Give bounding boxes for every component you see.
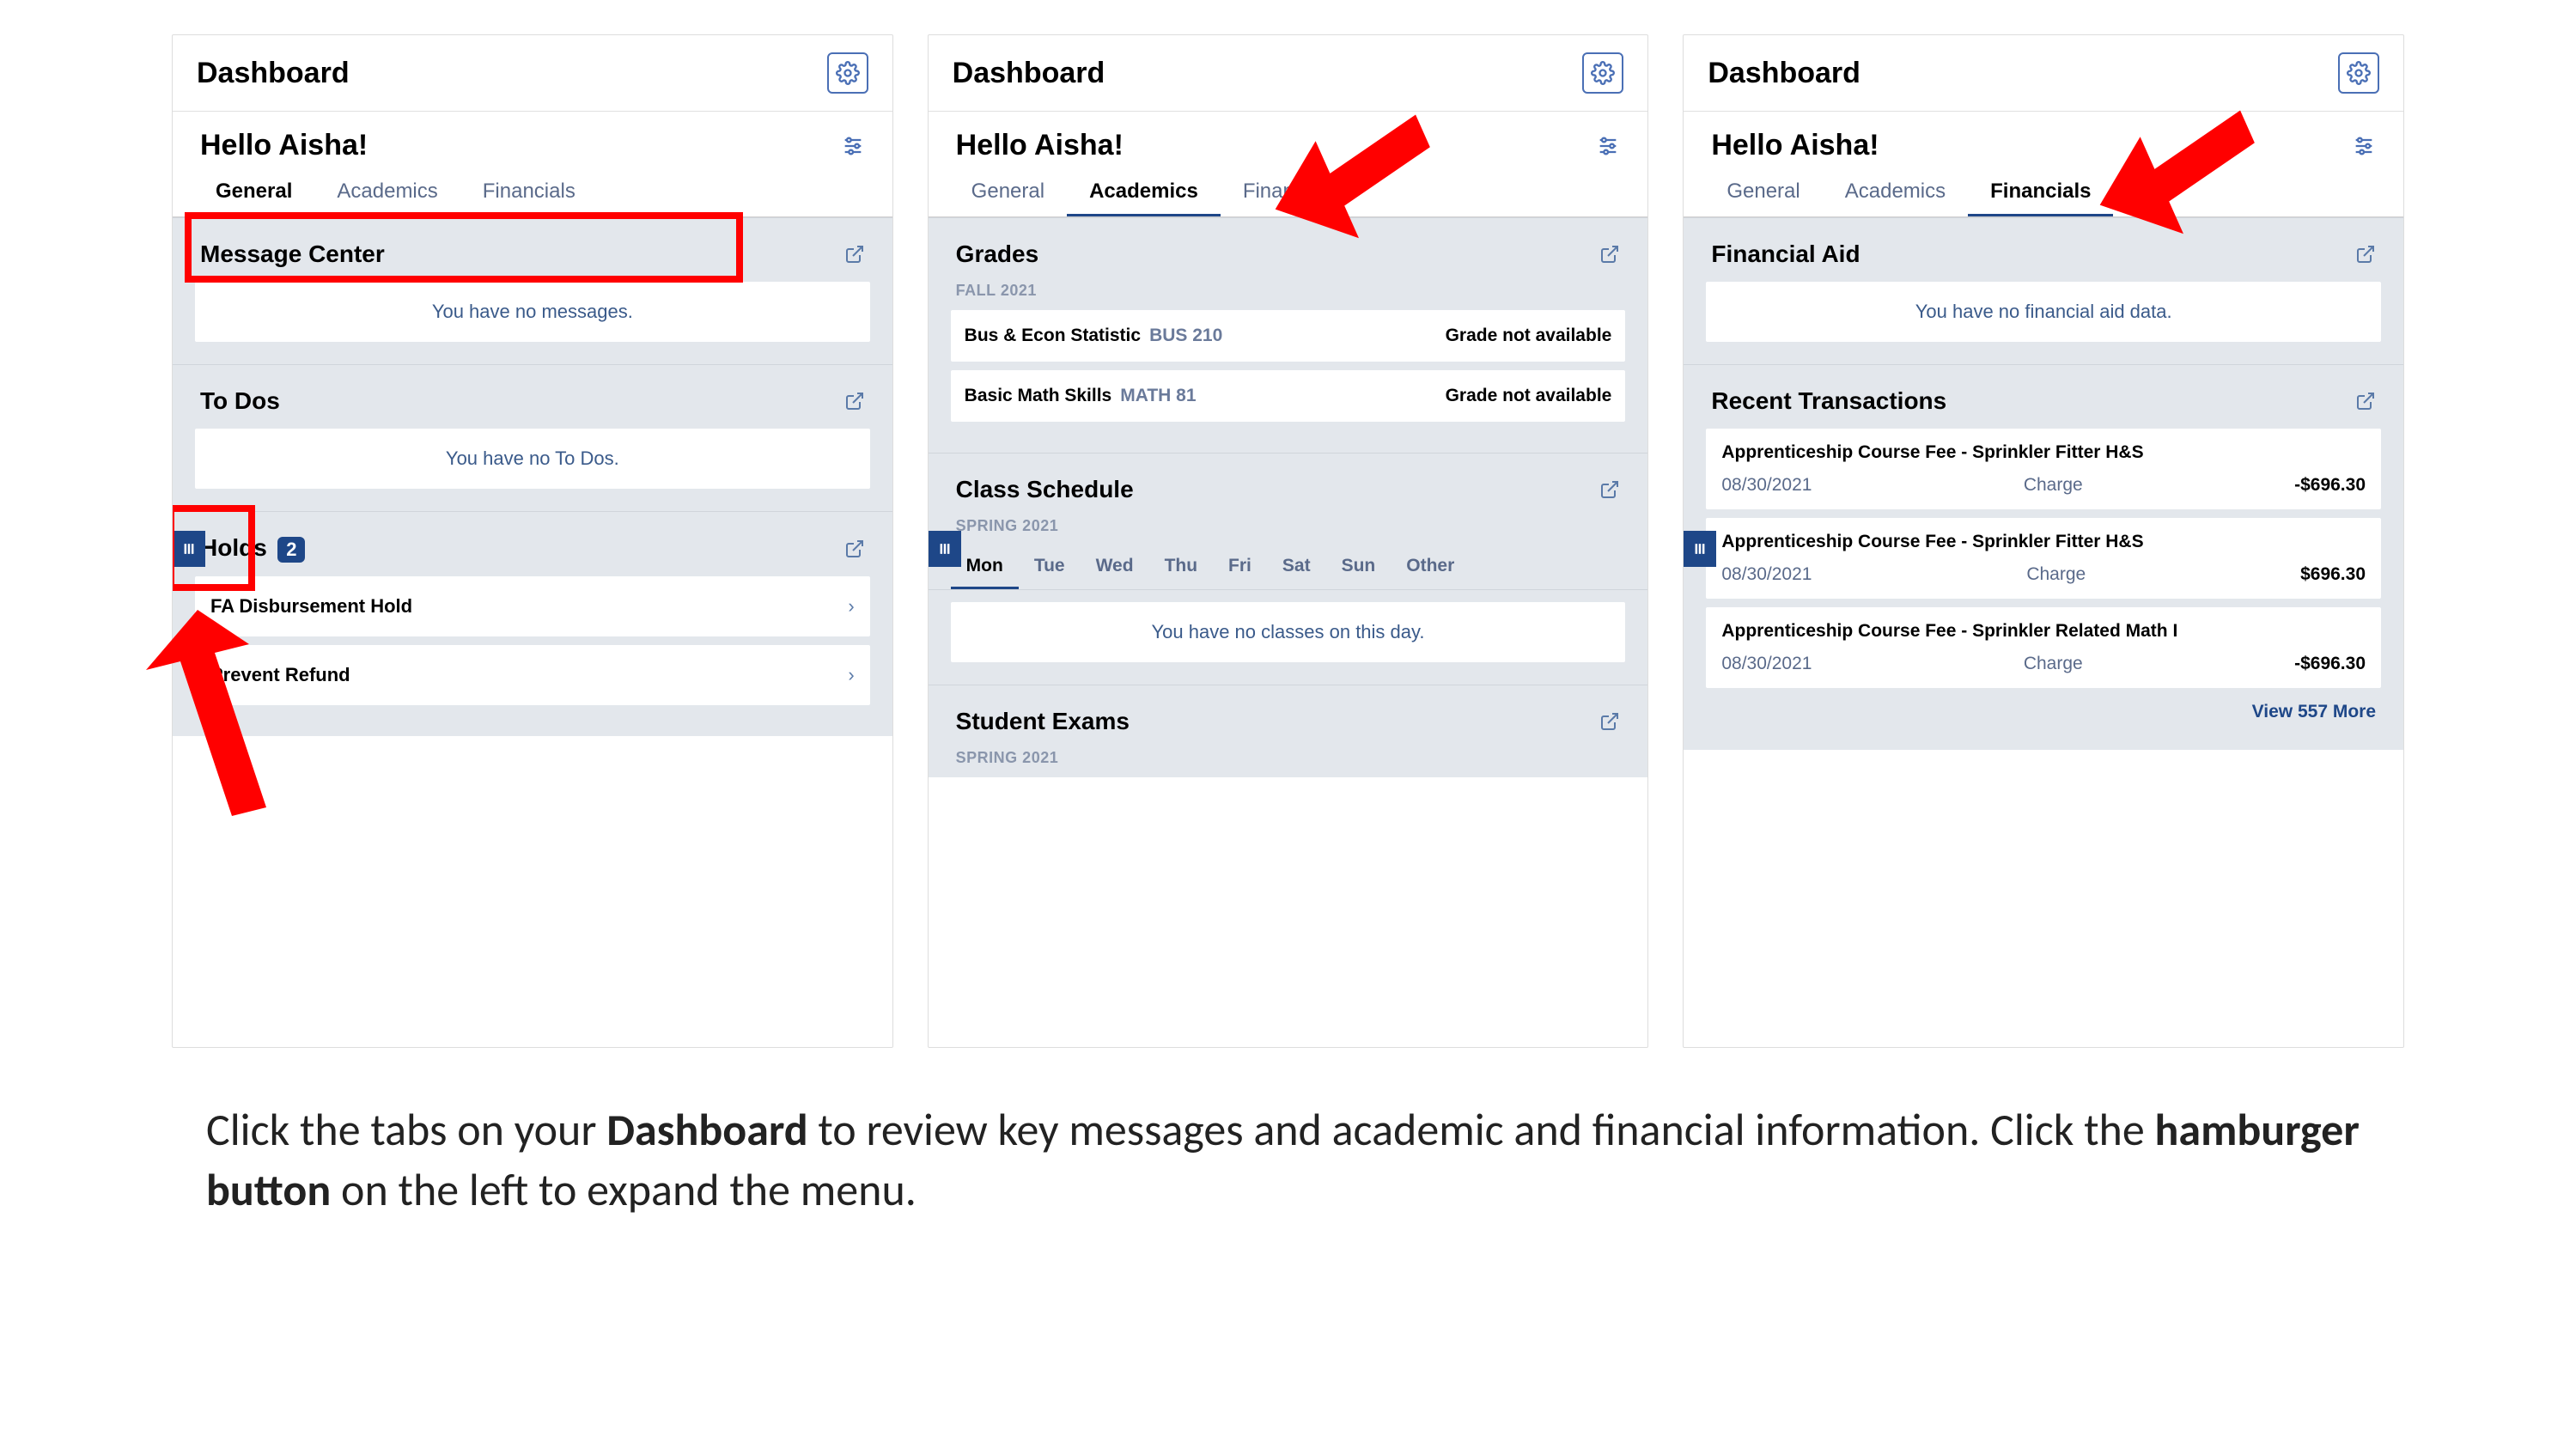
day-tab-sun[interactable]: Sun [1326,545,1392,589]
sliders-icon[interactable] [1596,134,1620,158]
gear-icon[interactable] [2338,52,2379,94]
popout-icon[interactable] [1599,711,1620,732]
hold-item[interactable]: Prevent Refund › [195,645,870,705]
popout-icon[interactable] [844,244,865,265]
tab-financials[interactable]: Financials [1968,169,2113,216]
sliders-icon[interactable] [841,134,865,158]
tab-financials[interactable]: Financials [460,169,598,216]
gear-icon[interactable] [1582,52,1623,94]
tab-general[interactable]: General [193,169,314,216]
exams-term: SPRING 2021 [929,749,1648,777]
day-tab-thu[interactable]: Thu [1149,545,1213,589]
tab-general[interactable]: General [1704,169,1822,216]
hamburger-button[interactable] [173,531,205,567]
todos-title: To Dos [200,387,280,415]
holds-count-badge: 2 [277,537,305,563]
tab-academics[interactable]: Academics [314,169,460,216]
exams-title: Student Exams [956,708,1130,735]
grades-title: Grades [956,240,1039,268]
grades-term: FALL 2021 [929,282,1648,310]
view-more-link[interactable]: View 557 More [2252,702,2376,721]
day-tab-sat[interactable]: Sat [1267,545,1326,589]
empty-financial-aid: You have no financial aid data. [1706,282,2381,342]
day-tab-fri[interactable]: Fri [1213,545,1267,589]
popout-icon[interactable] [1599,244,1620,265]
grade-row: Basic Math SkillsMATH 81 Grade not avail… [951,370,1626,422]
transaction-row: Apprenticeship Course Fee - Sprinkler Fi… [1706,518,2381,599]
tab-academics[interactable]: Academics [1823,169,1968,216]
financial-aid-title: Financial Aid [1711,240,1860,268]
greeting-text: Hello Aisha! [200,129,368,162]
holds-title: Holds [200,534,267,561]
panel-general: Dashboard Hello Aisha! General Academics… [172,34,893,1048]
greeting-text: Hello Aisha! [1711,129,1879,162]
greeting-text: Hello Aisha! [956,129,1124,162]
hold-item[interactable]: FA Disbursement Hold › [195,576,870,636]
sliders-icon[interactable] [2352,134,2376,158]
tab-financials[interactable]: Financials [1221,169,1358,216]
empty-messages: You have no messages. [195,282,870,342]
tab-general[interactable]: General [949,169,1067,216]
empty-schedule: You have no classes on this day. [951,602,1626,662]
chevron-right-icon: › [848,595,854,618]
day-tab-other[interactable]: Other [1391,545,1470,589]
popout-icon[interactable] [844,539,865,559]
schedule-term: SPRING 2021 [929,517,1648,545]
message-center-title: Message Center [200,240,385,268]
panel-financials: Dashboard Hello Aisha! General Academics… [1683,34,2404,1048]
schedule-title: Class Schedule [956,476,1134,503]
hamburger-button[interactable] [929,531,961,567]
popout-icon[interactable] [844,391,865,411]
gear-icon[interactable] [827,52,868,94]
transactions-title: Recent Transactions [1711,387,1946,415]
chevron-right-icon: › [848,664,854,686]
popout-icon[interactable] [2355,244,2376,265]
grade-row: Bus & Econ StatisticBUS 210 Grade not av… [951,310,1626,362]
page-title: Dashboard [197,57,350,90]
popout-icon[interactable] [2355,391,2376,411]
transaction-row: Apprenticeship Course Fee - Sprinkler Fi… [1706,429,2381,509]
day-tab-tue[interactable]: Tue [1019,545,1081,589]
tab-academics[interactable]: Academics [1067,169,1221,216]
panel-academics: Dashboard Hello Aisha! General Academics… [928,34,1649,1048]
empty-todos: You have no To Dos. [195,429,870,489]
day-tab-wed[interactable]: Wed [1081,545,1149,589]
transaction-row: Apprenticeship Course Fee - Sprinkler Re… [1706,607,2381,688]
page-title: Dashboard [1708,57,1860,90]
instruction-caption: Click the tabs on your Dashboard to revi… [0,1065,2576,1254]
hamburger-button[interactable] [1684,531,1716,567]
page-title: Dashboard [953,57,1105,90]
popout-icon[interactable] [1599,479,1620,500]
